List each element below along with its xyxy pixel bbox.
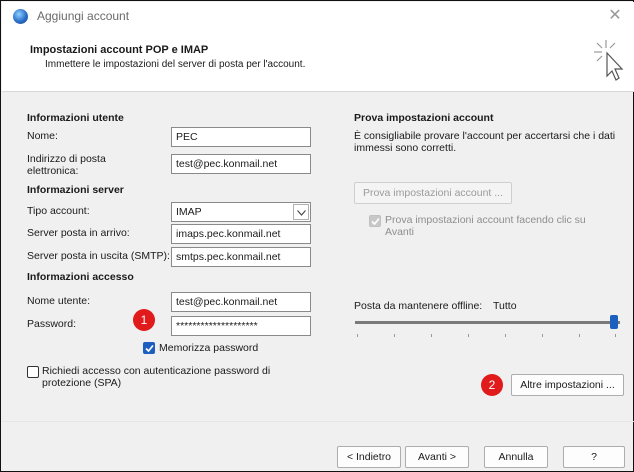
outgoing-server-input[interactable]: smtps.pec.konmail.net [171, 247, 311, 267]
remember-password-label: Memorizza password [159, 342, 259, 354]
help-button[interactable]: ? [563, 446, 625, 468]
slider-tick [615, 334, 616, 337]
email-input[interactable]: test@pec.konmail.net [171, 154, 311, 174]
next-button[interactable]: Avanti > [405, 446, 469, 468]
password-input[interactable]: ******************** [171, 316, 311, 336]
more-settings-button[interactable]: Altre impostazioni ... [511, 374, 624, 396]
account-type-value: IMAP [176, 206, 202, 218]
test-settings-heading: Prova impostazioni account [354, 112, 494, 124]
account-type-select[interactable]: IMAP [171, 202, 311, 222]
incoming-server-input[interactable]: imaps.pec.konmail.net [171, 224, 311, 244]
slider-tick [431, 334, 432, 337]
auto-test-label-line2: Avanti [385, 226, 414, 238]
header-subtitle: Immettere le impostazioni del server di … [45, 59, 306, 70]
email-label-line1: Indirizzo di posta [27, 153, 106, 165]
name-label: Nome: [27, 130, 58, 142]
title-bar: Aggiungi account ✕ [2, 2, 634, 30]
slider-tick [505, 334, 506, 337]
offline-slider-thumb[interactable] [610, 315, 618, 329]
server-info-heading: Informazioni server [27, 184, 124, 196]
slider-tick [579, 334, 580, 337]
cancel-button[interactable]: Annulla [484, 446, 548, 468]
footer-divider [2, 421, 634, 422]
step-badge-2: 2 [481, 374, 503, 396]
slider-tick [542, 334, 543, 337]
username-label: Nome utente: [27, 295, 91, 307]
back-button[interactable]: < Indietro [337, 446, 401, 468]
slider-tick [394, 334, 395, 337]
step-badge-1: 1 [133, 309, 155, 331]
offline-mail-label: Posta da mantenere offline: [354, 300, 483, 312]
account-type-label: Tipo account: [27, 205, 90, 217]
test-desc-line2: immessi sono corretti. [354, 142, 457, 154]
spa-label-line1: Richiedi accesso con autenticazione pass… [42, 365, 271, 377]
cursor-click-icon [594, 40, 624, 81]
dialog-window: Aggiungi account ✕ Impostazioni account … [0, 0, 634, 472]
header-title: Impostazioni account POP e IMAP [30, 44, 209, 56]
slider-tick [468, 334, 469, 337]
offline-slider-track[interactable] [355, 321, 620, 324]
test-settings-button[interactable]: Prova impostazioni account ... [354, 182, 512, 204]
close-icon[interactable]: ✕ [604, 5, 626, 27]
remember-password-checkbox[interactable] [143, 342, 155, 354]
incoming-server-label: Server posta in arrivo: [27, 227, 130, 239]
user-info-heading: Informazioni utente [27, 112, 124, 124]
outgoing-server-label: Server posta in uscita (SMTP): [27, 250, 170, 262]
window-title: Aggiungi account [37, 9, 130, 23]
password-label: Password: [27, 318, 77, 330]
auto-test-label-line1: Prova impostazioni account facendo clic … [385, 214, 586, 226]
email-label-line2: elettronica: [27, 165, 79, 177]
access-info-heading: Informazioni accesso [27, 271, 134, 283]
spa-label-line2: protezione (SPA) [42, 377, 122, 389]
name-input[interactable]: PEC [171, 127, 311, 147]
test-desc-line1: È consigliabile provare l'account per ac… [354, 130, 616, 142]
username-input[interactable]: test@pec.konmail.net [171, 292, 311, 312]
auto-test-checkbox[interactable] [369, 215, 381, 227]
slider-tick [357, 334, 358, 337]
outlook-app-icon [13, 9, 28, 24]
offline-mail-value: Tutto [493, 300, 517, 312]
dialog-header: Impostazioni account POP e IMAP Immetter… [2, 30, 634, 92]
chevron-down-icon[interactable] [293, 204, 309, 220]
spa-checkbox[interactable] [27, 366, 39, 378]
